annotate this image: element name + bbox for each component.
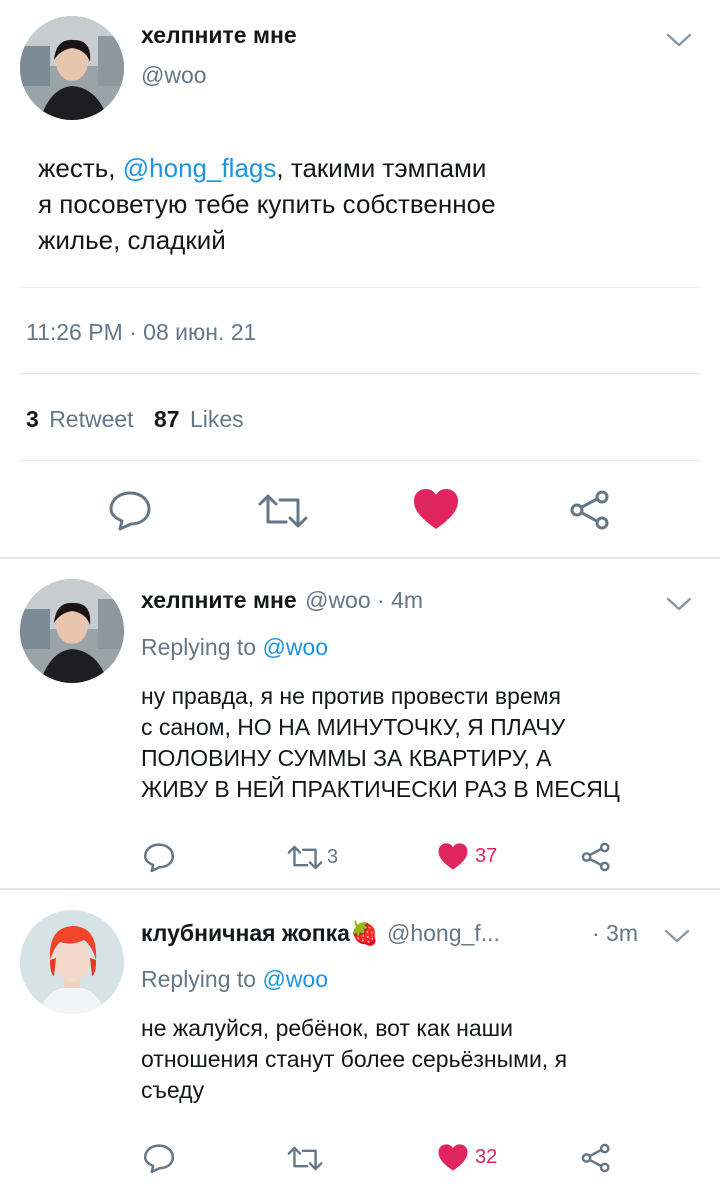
reply-text-line: с саном, НО НА МИНУТОЧКУ, Я ПЛАЧУ (141, 714, 566, 740)
like-count: 37 (475, 845, 498, 867)
avatar[interactable] (20, 16, 124, 120)
retweet-icon[interactable] (286, 1145, 324, 1172)
divider (20, 373, 700, 374)
replying-to: Replying to @woo (141, 634, 328, 661)
reply-header: хелпните мне @woo · 4m (141, 587, 423, 614)
replying-to: Replying to @woo (141, 966, 328, 993)
author-name[interactable]: хелпните мне (141, 22, 297, 49)
engagement-stats: 3 Retweet 87 Likes (26, 406, 244, 433)
retweet-count[interactable]: 3 (26, 406, 39, 432)
chevron-down-icon[interactable] (662, 926, 692, 946)
section-divider (0, 557, 720, 559)
tweet-timestamp[interactable]: 11:26 PM · 08 июн. 21 (26, 319, 256, 346)
reply-text-line: ПОЛОВИНУ СУММЫ ЗА КВАРТИРУ, А (141, 745, 552, 771)
retweet-label[interactable]: Retweet (49, 406, 133, 432)
tweet-text-part: , такими тэмпами (276, 153, 487, 183)
retweet-icon[interactable] (286, 844, 324, 871)
reply-icon[interactable] (143, 1142, 175, 1174)
tweet-text-line: жилье, сладкий (38, 225, 226, 255)
like-action[interactable]: 32 (437, 1143, 497, 1172)
replying-label: Replying to (141, 966, 257, 992)
reply-text-line: ну правда, я не против провести время (141, 683, 561, 709)
section-divider (0, 888, 720, 890)
like-count: 32 (475, 1146, 498, 1168)
strawberry-emoji: 🍓 (349, 920, 379, 946)
divider (20, 287, 700, 288)
divider (20, 460, 700, 461)
tweet-text: жесть, @hong_flags, такими тэмпами я пос… (38, 150, 698, 258)
retweet-action[interactable]: 3 (286, 844, 338, 871)
reply-icon[interactable] (108, 489, 152, 531)
chevron-down-icon[interactable] (664, 30, 694, 50)
author-name[interactable]: хелпните мне (141, 587, 297, 613)
author-handle[interactable]: @woo (305, 587, 371, 613)
heart-icon[interactable] (437, 1143, 469, 1172)
author-name[interactable]: клубничная жопка (141, 920, 350, 946)
reply-text-line: съеду (141, 1077, 205, 1103)
reply-icon[interactable] (143, 841, 175, 873)
tweet-time[interactable]: · 3m (592, 920, 638, 947)
tweet-time[interactable]: · 4m (377, 587, 423, 613)
reply-text: ну правда, я не против провести время с … (141, 681, 711, 805)
reply-text-line: не жалуйся, ребёнок, вот как наши (141, 1015, 513, 1041)
reply-text: не жалуйся, ребёнок, вот как наши отноше… (141, 1013, 711, 1106)
like-label[interactable]: Likes (190, 406, 244, 432)
reply-text-line: ЖИВУ В НЕЙ ПРАКТИЧЕСКИ РАЗ В МЕСЯЦ (141, 776, 620, 802)
replying-label: Replying to (141, 634, 257, 660)
share-icon[interactable] (568, 489, 612, 531)
reply-text-line: отношения станут более серьёзными, я (141, 1046, 568, 1072)
author-handle[interactable]: @woo (141, 62, 207, 89)
like-count[interactable]: 87 (154, 406, 180, 432)
mention-link[interactable]: @woo (262, 634, 328, 660)
tweet-text-line: я посоветую тебе купить собственное (38, 189, 496, 219)
mention-link[interactable]: @woo (262, 966, 328, 992)
share-icon[interactable] (580, 841, 612, 873)
avatar[interactable] (20, 579, 124, 683)
retweet-icon[interactable] (256, 492, 310, 530)
heart-icon[interactable] (437, 842, 469, 871)
retweet-count: 3 (327, 846, 339, 868)
like-action[interactable]: 37 (437, 842, 497, 871)
chevron-down-icon[interactable] (664, 594, 694, 614)
tweet-text-part: жесть, (38, 153, 123, 183)
author-handle[interactable]: @hong_f... (387, 920, 500, 946)
share-icon[interactable] (580, 1142, 612, 1174)
heart-icon[interactable] (412, 487, 460, 531)
mention-link[interactable]: @hong_flags (123, 153, 277, 183)
reply-header: клубничная жопка🍓 @hong_f... (141, 920, 500, 947)
avatar[interactable] (20, 910, 124, 1014)
